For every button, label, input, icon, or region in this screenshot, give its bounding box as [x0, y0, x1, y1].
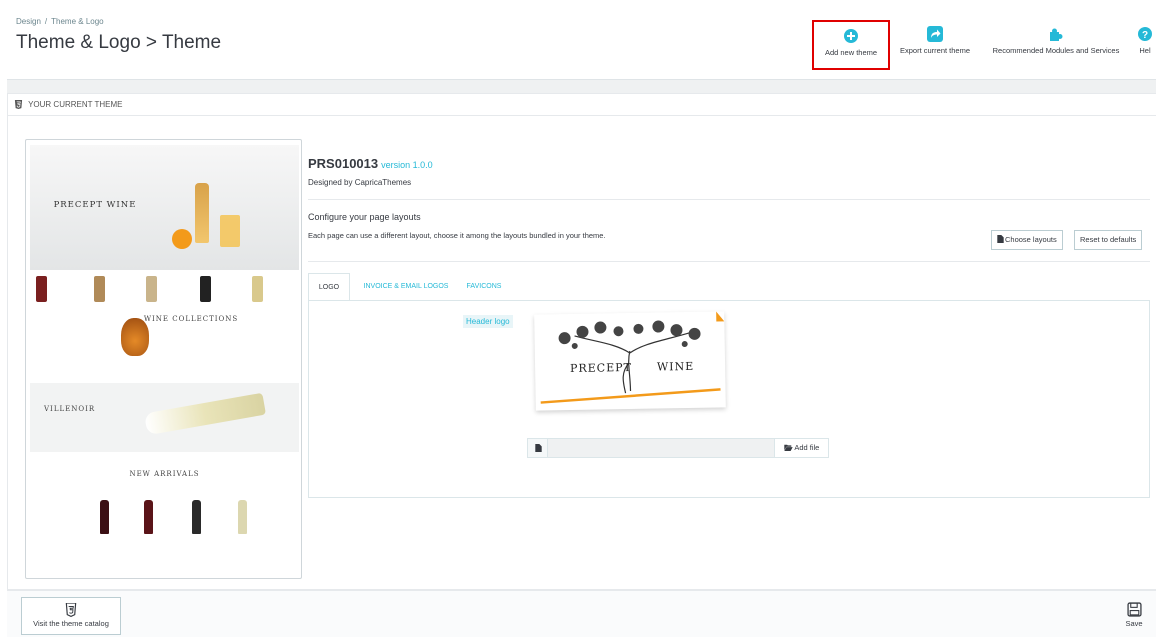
theme-designer: Designed by CapricaThemes — [308, 178, 412, 187]
visit-theme-catalog-button[interactable]: Visit the theme catalog — [21, 597, 121, 635]
folder-open-icon — [783, 444, 793, 451]
html5-icon — [65, 603, 77, 617]
visit-theme-catalog-label: Visit the theme catalog — [33, 619, 109, 628]
panel-footer: Visit the theme catalog Save — [7, 590, 1156, 637]
preview-mini-product — [146, 276, 157, 302]
preview-bottle-item — [192, 500, 201, 534]
preview-hero: PRECEPT WINE — [30, 145, 299, 270]
preview-white-bottle — [144, 392, 266, 436]
panel-heading: YOUR CURRENT THEME — [8, 94, 1156, 116]
theme-name: PRS010013 version 1.0.0 — [308, 156, 433, 171]
file-icon — [997, 235, 1004, 243]
preview-band: VILLENOIR — [30, 383, 299, 452]
theme-name-label: PRS010013 — [308, 156, 379, 171]
page-title: Theme & Logo > Theme — [16, 32, 222, 53]
preview-villenoir-text: VILLENOIR — [44, 405, 96, 413]
preview-bottle-item — [144, 500, 153, 534]
reset-to-defaults-button[interactable]: Reset to defaults — [1074, 230, 1143, 250]
plus-circle-icon — [844, 29, 858, 43]
export-current-theme-label: Export current theme — [899, 46, 971, 55]
file-icon — [528, 439, 548, 457]
breadcrumb-design[interactable]: Design — [16, 17, 41, 26]
preview-bottle-item — [238, 500, 247, 534]
breadcrumb: Design / Theme & Logo — [16, 17, 104, 26]
preview-mini-product — [252, 276, 263, 302]
header-logo-label: Header logo — [463, 315, 513, 328]
theme-version: version 1.0.0 — [381, 160, 433, 170]
breadcrumb-separator: / — [44, 17, 48, 26]
preview-product-row — [30, 272, 299, 306]
preview-brand-text: PRECEPT WINE — [53, 200, 137, 210]
preview-mini-product — [36, 276, 47, 302]
recommended-modules-label: Recommended Modules and Services — [992, 46, 1120, 55]
tab-invoice-email-logos[interactable]: INVOICE & EMAIL LOGOS — [354, 273, 458, 301]
tab-logo[interactable]: LOGO — [308, 273, 350, 301]
logo-word-left: PRECEPT — [569, 360, 633, 376]
save-button[interactable]: Save — [1119, 597, 1149, 635]
logo-tabs: LOGO INVOICE & EMAIL LOGOS FAVICONS — [308, 273, 1150, 301]
add-new-theme-label: Add new theme — [824, 48, 878, 57]
choose-layouts-label: Choose layouts — [1005, 235, 1057, 244]
preview-new-arrivals-text: NEW ARRIVALS — [129, 470, 200, 478]
preview-mini-product — [94, 276, 105, 302]
question-icon: ? — [1138, 27, 1152, 41]
logo-file-input[interactable]: Add file — [527, 438, 829, 458]
page-header: Design / Theme & Logo Theme & Logo > Theme… — [0, 0, 1156, 78]
save-icon — [1126, 602, 1142, 617]
tab-favicons[interactable]: FAVICONS — [460, 273, 508, 301]
preview-bottles — [88, 500, 258, 534]
divider — [308, 261, 1150, 262]
layouts-description: Each page can use a different layout, ch… — [308, 231, 606, 240]
html5-icon — [14, 100, 23, 109]
puzzle-icon — [1050, 28, 1063, 41]
preview-collections-text: WINE COLLECTIONS — [143, 315, 239, 323]
breadcrumb-theme-logo[interactable]: Theme & Logo — [51, 17, 103, 26]
preview-glass — [220, 215, 240, 247]
preview-orange — [172, 229, 192, 249]
share-icon — [927, 26, 943, 42]
help-label: Hel — [1139, 46, 1151, 55]
header-separator — [7, 79, 1156, 93]
current-theme-panel: YOUR CURRENT THEME PRECEPT WINE WINE COL… — [7, 93, 1156, 590]
add-new-theme-button[interactable]: Add new theme — [812, 20, 890, 70]
preview-bottle — [195, 183, 209, 243]
preview-bottle-item — [100, 500, 109, 534]
svg-text:?: ? — [1142, 30, 1148, 41]
layouts-title: Configure your page layouts — [308, 212, 421, 222]
add-file-button[interactable]: Add file — [774, 439, 828, 457]
export-current-theme-button[interactable]: Export current theme — [892, 20, 978, 70]
header-logo-preview: PRECEPT WINE — [534, 311, 726, 411]
logo-word-right: WINE — [656, 359, 695, 374]
help-button[interactable]: ? Hel — [1134, 20, 1156, 70]
choose-layouts-button[interactable]: Choose layouts — [991, 230, 1063, 250]
preview-mini-product — [200, 276, 211, 302]
add-file-label: Add file — [794, 443, 820, 452]
logo-tab-content: Header logo PRECEPT WINE Add file — [308, 300, 1150, 498]
panel-heading-label: YOUR CURRENT THEME — [28, 100, 123, 109]
reset-to-defaults-label: Reset to defaults — [1080, 235, 1137, 244]
theme-preview-image: PRECEPT WINE WINE COLLECTIONS VILLENOIR … — [25, 139, 302, 579]
recommended-modules-button[interactable]: Recommended Modules and Services — [980, 20, 1132, 70]
preview-decanter — [121, 318, 149, 356]
divider — [308, 199, 1150, 200]
save-label: Save — [1125, 619, 1143, 628]
